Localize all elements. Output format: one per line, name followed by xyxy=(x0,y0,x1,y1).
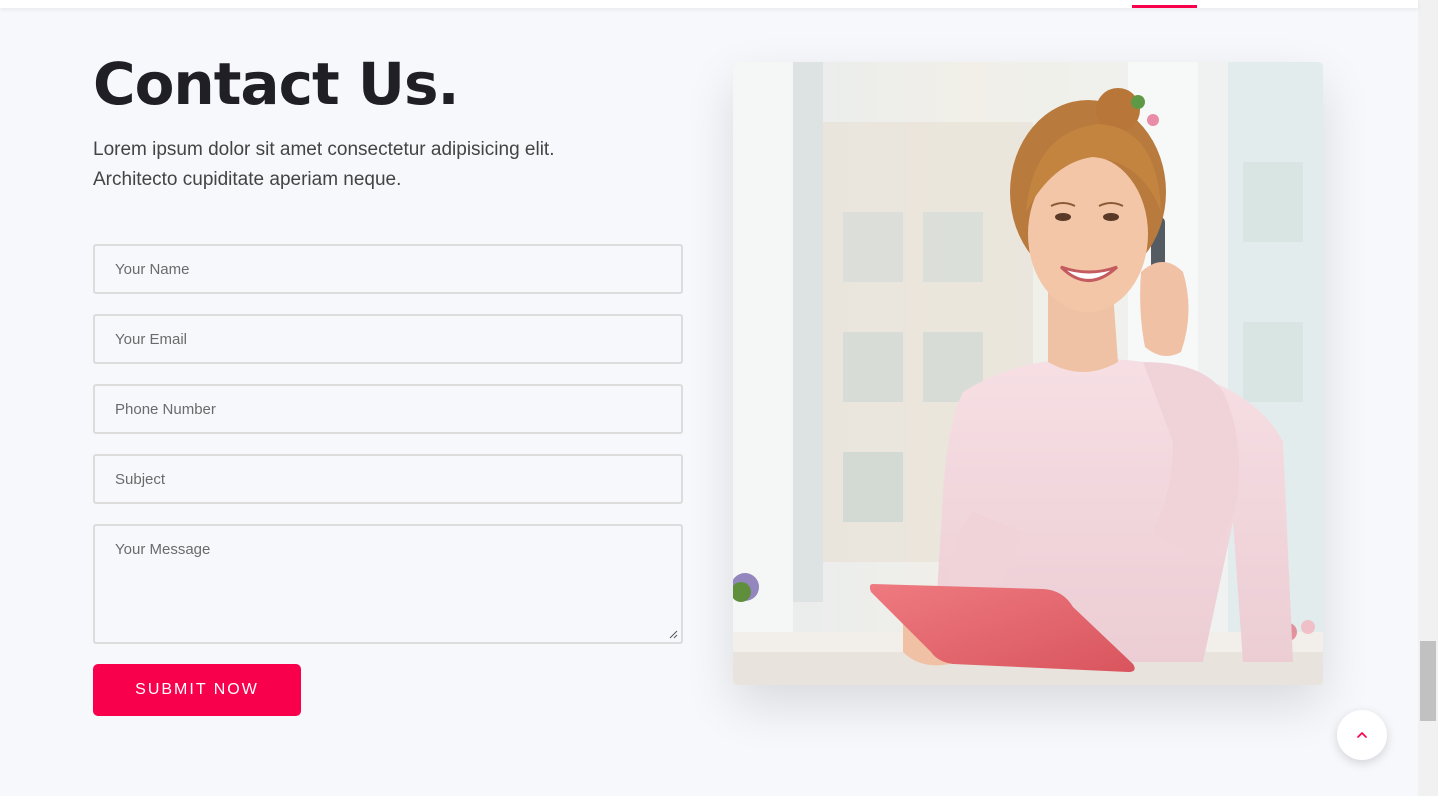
phone-input[interactable]: Phone Number xyxy=(93,384,683,434)
woman-on-phone-illustration xyxy=(733,62,1323,685)
contact-photo xyxy=(733,62,1323,685)
chevron-up-icon xyxy=(1357,732,1367,738)
page-title: Contact Us. xyxy=(93,50,460,118)
active-nav-indicator xyxy=(1132,5,1197,8)
description-line-2: Architecto cupiditate aperiam neque. xyxy=(93,169,402,190)
subject-input-placeholder: Subject xyxy=(115,470,166,488)
page-scrollbar[interactable] xyxy=(1418,0,1438,796)
top-navbar xyxy=(0,0,1418,8)
resize-grip-icon[interactable] xyxy=(669,630,678,639)
email-input-placeholder: Your Email xyxy=(115,330,187,348)
submit-button[interactable]: SUBMIT NOW xyxy=(93,664,301,716)
email-input[interactable]: Your Email xyxy=(93,314,683,364)
name-input-placeholder: Your Name xyxy=(115,260,190,278)
scrollbar-thumb[interactable] xyxy=(1420,641,1436,721)
scroll-to-top-button[interactable] xyxy=(1337,710,1387,760)
description-line-1: Lorem ipsum dolor sit amet consectetur a… xyxy=(93,139,555,160)
contact-description: Lorem ipsum dolor sit amet consectetur a… xyxy=(93,135,653,195)
phone-input-placeholder: Phone Number xyxy=(115,400,216,418)
subject-input[interactable]: Subject xyxy=(93,454,683,504)
message-textarea-placeholder: Your Message xyxy=(115,541,211,558)
name-input[interactable]: Your Name xyxy=(93,244,683,294)
message-textarea[interactable]: Your Message xyxy=(93,524,683,644)
